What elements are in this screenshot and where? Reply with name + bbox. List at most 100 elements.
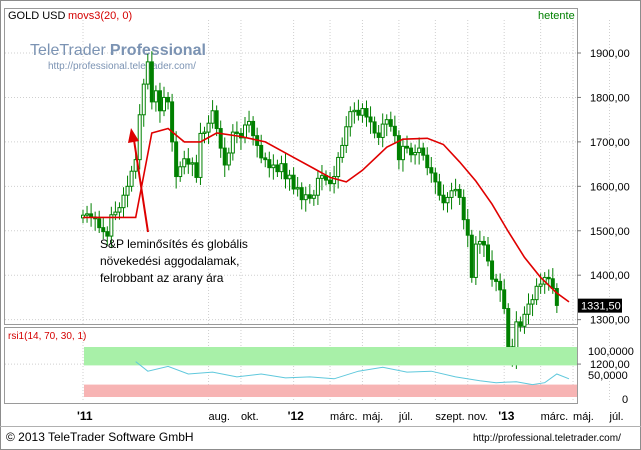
candle-body bbox=[190, 162, 195, 165]
x-axis-month-label: máj. bbox=[573, 411, 594, 423]
candle-body bbox=[376, 132, 381, 138]
candle-body bbox=[287, 174, 292, 180]
candle-body bbox=[356, 109, 361, 116]
price-axis-tick-label: 1800,00 bbox=[590, 92, 630, 104]
candle-body bbox=[117, 207, 122, 213]
candle-body bbox=[174, 141, 179, 178]
x-axis-month-label: júl. bbox=[609, 411, 624, 423]
gold-usd-chart: TeleTrader Professional http://professiona… bbox=[0, 0, 641, 450]
candle-body bbox=[388, 119, 393, 127]
candle-body bbox=[299, 187, 304, 201]
candle-body bbox=[259, 144, 264, 159]
x-axis-month-label: aug. bbox=[209, 411, 230, 423]
candle-body bbox=[461, 196, 466, 221]
candle-body bbox=[526, 303, 531, 315]
candle-body bbox=[506, 308, 511, 348]
rsi-oversold-band bbox=[84, 384, 577, 397]
candle-body bbox=[101, 227, 106, 233]
candle-body bbox=[279, 163, 284, 173]
candle-body bbox=[214, 110, 219, 130]
candle-body bbox=[157, 90, 162, 112]
candle-body bbox=[364, 108, 369, 118]
candle-body bbox=[392, 125, 397, 137]
candle-body bbox=[396, 135, 401, 161]
candle-body bbox=[445, 196, 450, 204]
candle-body bbox=[372, 121, 377, 134]
x-axis-month-label: júl. bbox=[398, 411, 413, 423]
x-axis-year-label: '12 bbox=[288, 409, 305, 423]
moving-average-label: movs3(20, 0) bbox=[68, 10, 132, 22]
candle-body bbox=[247, 120, 252, 126]
candle-body bbox=[105, 231, 110, 237]
candle-body bbox=[263, 157, 268, 161]
candle-body bbox=[206, 122, 211, 133]
candle-body bbox=[303, 194, 308, 201]
candle-body bbox=[328, 179, 333, 185]
price-axis-tick-label: 1400,00 bbox=[590, 270, 630, 282]
candle-body bbox=[380, 123, 385, 138]
candle-body bbox=[186, 158, 191, 165]
candle-body bbox=[368, 116, 373, 123]
candle-body bbox=[457, 188, 462, 198]
annotation-text: felrobbant az arany ára bbox=[100, 271, 224, 285]
candle-body bbox=[473, 243, 478, 278]
candle-body bbox=[481, 240, 486, 246]
candle-body bbox=[162, 96, 166, 112]
annotation-text: növekedési aggodalamak, bbox=[100, 254, 239, 268]
candle-body bbox=[202, 131, 207, 134]
candle-body bbox=[449, 190, 454, 198]
candle-body bbox=[490, 260, 495, 280]
candle-body bbox=[113, 211, 118, 216]
x-axis-month-label: márc. bbox=[330, 411, 358, 423]
candle-body bbox=[437, 181, 442, 196]
x-axis-month-label: szept. bbox=[435, 411, 464, 423]
candle-body bbox=[283, 163, 288, 180]
x-axis-month-label: okt. bbox=[241, 411, 259, 423]
price-axis-tick-label: 1900,00 bbox=[590, 48, 630, 60]
candle-body bbox=[336, 156, 341, 178]
x-axis-month-label: márc. bbox=[541, 411, 569, 423]
price-axis-tick-label: 1700,00 bbox=[590, 137, 630, 149]
watermark-brand-left: TeleTrader bbox=[30, 42, 107, 59]
candle-body bbox=[494, 278, 499, 282]
candle-body bbox=[360, 108, 365, 116]
watermark-brand: TeleTrader Professional bbox=[30, 42, 206, 59]
footer-url: http://professional.teletrader.com/ bbox=[473, 433, 621, 444]
interval-label: hetente bbox=[538, 10, 575, 22]
candle-body bbox=[170, 101, 175, 143]
price-axis-tick-label: 1500,00 bbox=[590, 226, 630, 238]
candle-body bbox=[319, 175, 324, 179]
x-axis-month-label: máj. bbox=[362, 411, 383, 423]
rsi-axis-tick-label: 0 bbox=[622, 394, 628, 406]
last-price-label: 1331,50 bbox=[581, 301, 621, 313]
rsi-axis-tick-label: 100,0000 bbox=[588, 346, 634, 358]
candle-body bbox=[178, 166, 183, 178]
candle-body bbox=[234, 131, 239, 134]
candle-body bbox=[137, 114, 142, 161]
candle-body bbox=[538, 283, 543, 287]
candle-body bbox=[433, 172, 438, 183]
candle-body bbox=[546, 276, 551, 280]
candle-body bbox=[149, 61, 154, 103]
candle-body bbox=[421, 147, 426, 156]
candle-body bbox=[89, 213, 94, 218]
candle-body bbox=[429, 167, 434, 174]
price-axis-tick-label: 1600,00 bbox=[590, 181, 630, 193]
candle-body bbox=[348, 111, 353, 128]
candle-body bbox=[518, 321, 523, 327]
candle-body bbox=[121, 194, 126, 209]
candle-body bbox=[97, 218, 102, 229]
x-axis-month-label: nov. bbox=[468, 411, 488, 423]
candle-body bbox=[194, 162, 199, 178]
candle-body bbox=[469, 234, 474, 278]
candle-body bbox=[182, 158, 187, 168]
candle-body bbox=[85, 213, 90, 216]
x-axis-year-label: '11 bbox=[77, 409, 93, 423]
candle-body bbox=[218, 128, 223, 149]
candle-body bbox=[522, 313, 527, 327]
rsi-overbought-band bbox=[84, 347, 577, 366]
candle-body bbox=[275, 164, 280, 173]
chart-window: TeleTrader Professional http://professiona… bbox=[0, 0, 641, 450]
candle-body bbox=[400, 145, 405, 161]
candle-body bbox=[153, 90, 158, 103]
